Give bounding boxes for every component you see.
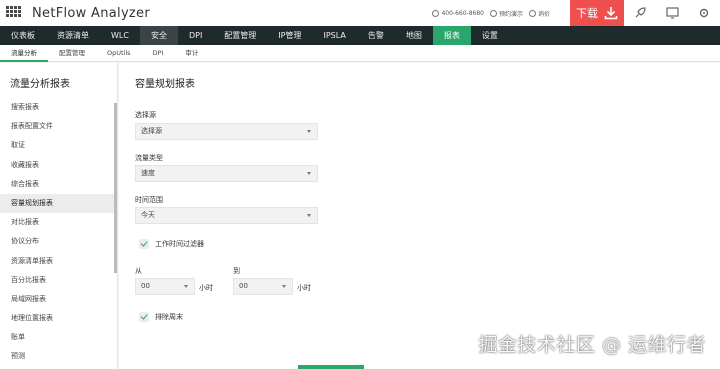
demo-link[interactable]: 预约演示: [489, 9, 523, 18]
rocket-icon: [635, 7, 646, 18]
sidebar: 流量分析报表 搜索报表 报表配置文件 取证 收藏报表 综合报表 容量规划报表 对…: [0, 63, 118, 369]
sidebar-item-percentile[interactable]: 百分比报表: [0, 271, 117, 290]
time-range-label: 时间范围: [135, 196, 163, 204]
gear-icon: [699, 8, 709, 18]
nav-ip[interactable]: IP管理: [267, 26, 312, 45]
calendar-icon: [489, 9, 497, 17]
sidebar-item-search[interactable]: 搜索报表: [0, 98, 117, 117]
exclude-weekend-label: 排除周末: [155, 313, 183, 321]
nav-dashboard[interactable]: 仪表板: [0, 26, 46, 45]
nav-inventory[interactable]: 资源清单: [46, 26, 100, 45]
checkbox-icon: [139, 239, 149, 249]
nav-settings[interactable]: 设置: [471, 26, 509, 45]
quote-link[interactable]: 询价: [528, 9, 550, 18]
watermark: 掘金技术社区 @ 运维行者: [478, 334, 706, 356]
sidebar-title: 流量分析报表: [10, 79, 70, 90]
monitor-icon: [665, 7, 679, 19]
chevron-down-icon: [282, 285, 286, 288]
nav-wlc[interactable]: WLC: [100, 26, 140, 45]
settings-button[interactable]: [688, 0, 720, 26]
subnav-config[interactable]: 配置管理: [48, 45, 96, 62]
main-content: 容量规划报表 选择源 选择源 流量类型 速度 时间范围 今天 工作时间过滤器 从…: [119, 63, 720, 369]
sidebar-item-billing[interactable]: 账单: [0, 328, 117, 347]
sidebar-item-forensics[interactable]: 取证: [0, 136, 117, 155]
chevron-down-icon: [307, 172, 311, 175]
sidebar-item-capacity[interactable]: 容量规划报表: [0, 193, 117, 214]
quote-label: 询价: [537, 10, 550, 18]
rocket-button[interactable]: [624, 0, 656, 26]
phone-number: 400-660-8680: [441, 9, 484, 17]
main-nav: 仪表板 资源清单 WLC 安全 DPI 配置管理 IP管理 IPSLA 告警 地…: [0, 26, 720, 45]
from-label: 从: [135, 267, 142, 275]
work-hours-filter-label: 工作时间过滤器: [155, 240, 204, 248]
subnav-audit[interactable]: 审计: [174, 45, 209, 62]
monitor-button[interactable]: [656, 0, 688, 26]
submit-button[interactable]: [298, 365, 364, 369]
source-value: 选择源: [141, 127, 162, 135]
to-label: 到: [233, 267, 240, 275]
top-bar: NetFlow Analyzer 400-660-8680 预约演示 询价 下载: [0, 0, 720, 26]
sidebar-item-profiles[interactable]: 报表配置文件: [0, 117, 117, 136]
sub-nav: 流量分析 配置管理 OpUtils DPI 审计: [0, 45, 720, 62]
to-hour-value: 00: [239, 282, 248, 290]
demo-label: 预约演示: [498, 10, 523, 18]
sidebar-item-forecast[interactable]: 预测: [0, 347, 117, 366]
traffic-type-label: 流量类型: [135, 154, 163, 162]
checkbox-icon: [139, 312, 149, 322]
subnav-dpi[interactable]: DPI: [142, 45, 175, 62]
from-hour-select[interactable]: 00: [135, 278, 195, 295]
from-unit: 小时: [199, 284, 213, 292]
chevron-down-icon: [307, 214, 311, 217]
time-range-value: 今天: [141, 211, 155, 219]
sidebar-item-lan[interactable]: 局域网报表: [0, 290, 117, 309]
sidebar-item-compare[interactable]: 对比报表: [0, 213, 117, 232]
to-hour-select[interactable]: 00: [233, 278, 293, 295]
sidebar-item-favorites[interactable]: 收藏报表: [0, 156, 117, 175]
nav-dpi[interactable]: DPI: [178, 26, 213, 45]
download-button[interactable]: 下载: [570, 0, 624, 26]
nav-map[interactable]: 地图: [395, 26, 433, 45]
work-hours-filter-checkbox[interactable]: 工作时间过滤器: [139, 239, 204, 249]
time-range-select[interactable]: 今天: [135, 207, 318, 224]
nav-config[interactable]: 配置管理: [213, 26, 267, 45]
download-icon: [604, 7, 618, 20]
download-label: 下载: [576, 7, 598, 20]
nav-reports[interactable]: 报表: [432, 26, 471, 45]
from-hour-value: 00: [141, 282, 150, 290]
grid-logo-icon: [6, 6, 22, 20]
source-select[interactable]: 选择源: [135, 123, 318, 140]
nav-ipsla[interactable]: IPSLA: [312, 26, 356, 45]
traffic-type-select[interactable]: 速度: [135, 165, 318, 182]
sidebar-item-inventory[interactable]: 资源清单报表: [0, 252, 117, 271]
nav-alarms[interactable]: 告警: [357, 26, 395, 45]
quote-icon: [528, 9, 536, 17]
subnav-traffic[interactable]: 流量分析: [0, 45, 48, 62]
phone-link[interactable]: 400-660-8680: [432, 9, 484, 17]
source-label: 选择源: [135, 111, 156, 119]
exclude-weekend-checkbox[interactable]: 排除周末: [139, 312, 183, 322]
page-title: 容量规划报表: [135, 79, 195, 90]
chevron-down-icon: [307, 130, 311, 133]
sidebar-item-consolidated[interactable]: 综合报表: [0, 175, 117, 194]
sidebar-item-geo[interactable]: 地理位置报表: [0, 309, 117, 328]
nav-security[interactable]: 安全: [139, 26, 178, 45]
to-unit: 小时: [297, 284, 311, 292]
app-title: NetFlow Analyzer: [32, 5, 150, 21]
app-logo: NetFlow Analyzer: [6, 6, 150, 21]
phone-icon: [432, 9, 440, 17]
sidebar-item-protocol[interactable]: 协议分布: [0, 232, 117, 251]
sidebar-scrollbar[interactable]: [114, 103, 117, 273]
chevron-down-icon: [184, 285, 188, 288]
traffic-type-value: 速度: [141, 169, 155, 177]
subnav-oputils[interactable]: OpUtils: [96, 45, 142, 62]
